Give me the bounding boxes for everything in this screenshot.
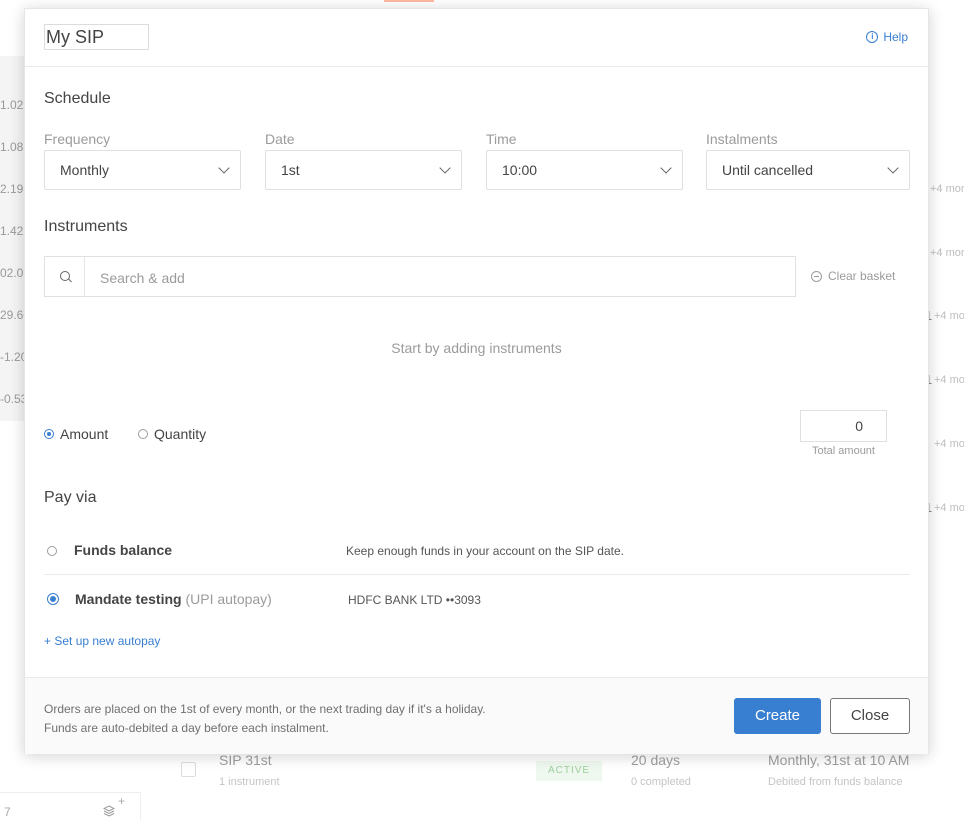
total-amount-input[interactable] bbox=[800, 410, 887, 442]
minus-circle-icon bbox=[811, 270, 822, 282]
funds-radio[interactable] bbox=[47, 546, 57, 556]
amount-radio-option[interactable]: Amount bbox=[44, 426, 108, 442]
footer-note-line: Orders are placed on the 1st of every mo… bbox=[44, 702, 486, 716]
time-select[interactable]: 10:00 bbox=[486, 150, 683, 190]
pay-option-funds[interactable]: Funds balance Keep enough funds in your … bbox=[44, 526, 910, 575]
chevron-down-icon bbox=[218, 162, 230, 174]
setup-autopay-link[interactable]: + Set up new autopay bbox=[44, 634, 160, 648]
pay-option-description: HDFC BANK LTD ••3093 bbox=[348, 593, 481, 607]
pay-via-heading: Pay via bbox=[44, 489, 97, 506]
left-value: 2.19 bbox=[0, 182, 24, 196]
quantity-radio[interactable] bbox=[138, 429, 148, 439]
top-accent-bar bbox=[384, 0, 434, 2]
date-select[interactable]: 1st bbox=[265, 150, 462, 190]
instruments-heading: Instruments bbox=[44, 218, 128, 235]
right-note: +4 mo bbox=[934, 374, 964, 386]
sip-row-days-sub: 0 completed bbox=[631, 776, 691, 788]
right-note: +4 more bbox=[930, 183, 964, 195]
pay-option-description: Keep enough funds in your account on the… bbox=[346, 544, 624, 558]
chevron-down-icon bbox=[660, 162, 672, 174]
empty-instruments-text: Start by adding instruments bbox=[391, 340, 562, 356]
sip-row-name[interactable]: SIP 31st bbox=[219, 752, 272, 768]
right-note: +4 mo bbox=[934, 438, 964, 450]
close-button[interactable]: Close bbox=[830, 698, 910, 734]
mandate-radio[interactable] bbox=[47, 593, 59, 605]
chevron-down-icon bbox=[439, 162, 451, 174]
frequency-label: Frequency bbox=[44, 131, 111, 147]
sip-row-sub: 1 instrument bbox=[219, 776, 280, 788]
instalments-value: Until cancelled bbox=[722, 162, 814, 178]
total-amount-label: Total amount bbox=[812, 445, 875, 457]
date-value: 1st bbox=[281, 162, 300, 178]
help-label: Help bbox=[883, 30, 908, 44]
date-label: Date bbox=[265, 131, 295, 147]
right-note: +4 mo bbox=[934, 310, 964, 322]
amount-label: Amount bbox=[60, 426, 109, 442]
modal-header: i Help bbox=[25, 9, 928, 67]
create-button[interactable]: Create bbox=[734, 698, 821, 734]
pay-option-name: Funds balance bbox=[74, 542, 173, 558]
sip-row-frequency: Monthly, 31st at 10 AM bbox=[768, 752, 910, 768]
add-icon[interactable]: + bbox=[118, 794, 125, 808]
quantity-radio-option[interactable]: Quantity bbox=[138, 426, 206, 442]
right-note: +4 more bbox=[930, 247, 964, 259]
help-link[interactable]: i Help bbox=[866, 30, 908, 44]
quantity-label: Quantity bbox=[154, 426, 207, 442]
instalments-label: Instalments bbox=[706, 131, 778, 147]
left-value: 1.42 bbox=[0, 224, 24, 238]
clear-basket-label: Clear basket bbox=[828, 269, 896, 283]
frequency-value: Monthly bbox=[60, 162, 110, 178]
mandate-tag: (UPI autopay) bbox=[185, 591, 272, 607]
right-note: +4 mo bbox=[934, 502, 964, 514]
amount-radio[interactable] bbox=[44, 429, 54, 439]
time-value: 10:00 bbox=[502, 162, 538, 178]
instrument-search bbox=[44, 256, 802, 298]
clear-basket-button[interactable]: Clear basket bbox=[811, 269, 895, 283]
chevron-down-icon bbox=[887, 162, 899, 174]
footer-count: 7 bbox=[4, 805, 11, 819]
info-icon: i bbox=[866, 31, 879, 43]
sip-modal: i Help Schedule Frequency Monthly Date 1… bbox=[24, 8, 929, 754]
search-icon bbox=[45, 257, 85, 296]
pay-option-mandate[interactable]: Mandate testing (UPI autopay) HDFC BANK … bbox=[44, 575, 910, 623]
layers-icon[interactable] bbox=[103, 805, 115, 817]
left-value: 1.02 bbox=[0, 98, 24, 112]
footer-note: Orders are placed on the 1st of every mo… bbox=[44, 700, 486, 738]
left-value: 1.08 bbox=[0, 140, 24, 154]
mandate-name: Mandate testing bbox=[75, 591, 182, 607]
sip-row-days: 20 days bbox=[631, 752, 681, 768]
sip-row-frequency-sub: Debited from funds balance bbox=[768, 776, 903, 788]
status-badge: ACTIVE bbox=[536, 761, 602, 781]
sip-name-input[interactable] bbox=[44, 24, 149, 50]
time-label: Time bbox=[486, 131, 517, 147]
pay-option-name: Mandate testing (UPI autopay) bbox=[75, 591, 272, 607]
instalments-select[interactable]: Until cancelled bbox=[706, 150, 910, 190]
search-input[interactable] bbox=[85, 257, 802, 298]
modal-footer: Orders are placed on the 1st of every mo… bbox=[25, 677, 928, 754]
frequency-select[interactable]: Monthly bbox=[44, 150, 241, 190]
row-checkbox[interactable] bbox=[181, 762, 196, 777]
schedule-heading: Schedule bbox=[44, 90, 111, 107]
footer-note-line: Funds are auto-debited a day before each… bbox=[44, 721, 329, 735]
